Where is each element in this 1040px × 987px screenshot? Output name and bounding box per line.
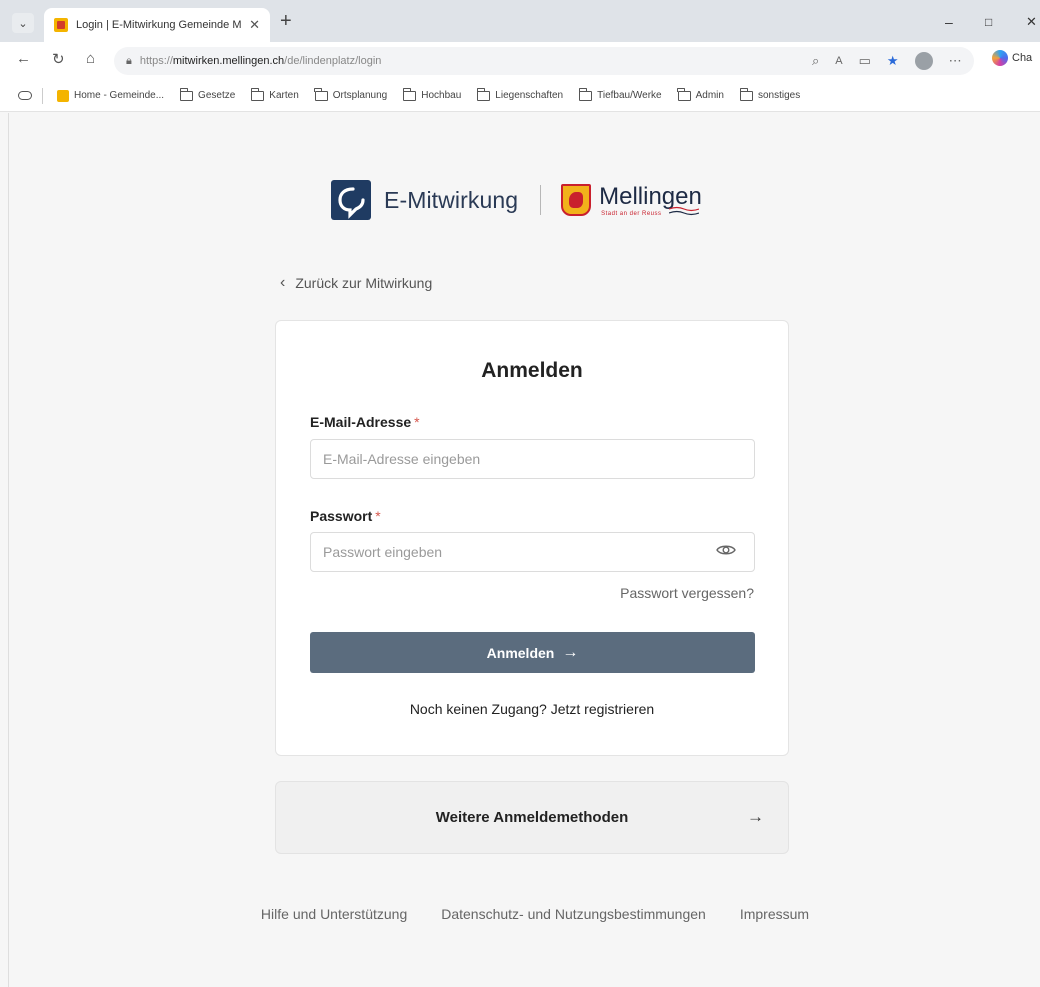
new-tab-button[interactable]: + bbox=[280, 11, 292, 31]
email-label-text: E-Mail-Adresse bbox=[310, 414, 412, 430]
bookmark-label: Ortsplanung bbox=[332, 90, 388, 101]
imprint-link[interactable]: Impressum bbox=[740, 906, 809, 922]
bookmark-label: Liegenschaften bbox=[495, 90, 564, 101]
brand-divider bbox=[540, 185, 542, 215]
folder-icon bbox=[402, 87, 417, 101]
folder-icon bbox=[179, 87, 194, 101]
mellingen-crest-icon bbox=[561, 184, 592, 216]
home-icon[interactable]: ⌂ bbox=[86, 50, 95, 67]
bookmark-label: Hochbau bbox=[421, 90, 462, 101]
page-edge-divider bbox=[8, 113, 9, 987]
site-info-icon[interactable]: 🔒︎ bbox=[126, 55, 132, 68]
more-menu-icon[interactable]: ⋯ bbox=[949, 53, 962, 69]
refresh-icon[interactable]: ↻ bbox=[52, 50, 65, 68]
favorite-star-icon[interactable]: ★ bbox=[887, 53, 899, 69]
zoom-icon[interactable]: ⌕ bbox=[812, 53, 819, 69]
mellingen-favicon-icon bbox=[57, 89, 69, 102]
app-name: E-Mitwirkung bbox=[384, 186, 519, 213]
read-aloud-icon[interactable]: A bbox=[835, 55, 842, 67]
folder-icon bbox=[739, 87, 753, 101]
password-label: Passwort * bbox=[310, 508, 381, 524]
password-label-text: Passwort bbox=[310, 508, 373, 524]
immersive-reader-icon[interactable]: ▭ bbox=[859, 53, 871, 69]
bookmark-folder-hochbau[interactable]: Hochbau bbox=[402, 87, 462, 101]
bookmark-folder-gesetze[interactable]: Gesetze bbox=[179, 87, 236, 101]
river-wave-icon bbox=[669, 206, 700, 215]
register-link[interactable]: Jetzt registrieren bbox=[551, 701, 654, 717]
help-support-link[interactable]: Hilfe und Unterstützung bbox=[261, 906, 407, 922]
bookmark-label: Gesetze bbox=[198, 90, 236, 101]
e-mitwirkung-logo-icon bbox=[331, 180, 371, 220]
footer-links: Hilfe und Unterstützung Datenschutz- und… bbox=[0, 906, 1040, 922]
municipality-wordmark: Mellingen Stadt an der Reuss bbox=[599, 183, 702, 217]
back-to-participation-link[interactable]: ‹ Zurück zur Mitwirkung bbox=[280, 274, 432, 292]
bookmark-folder-ortsplanung[interactable]: Ortsplanung bbox=[314, 87, 388, 101]
profile-avatar[interactable] bbox=[914, 52, 933, 70]
arrow-right-icon: → bbox=[562, 643, 579, 661]
minimize-button[interactable]: – bbox=[945, 14, 953, 30]
folder-icon bbox=[314, 87, 328, 101]
collections-icon[interactable] bbox=[18, 91, 32, 100]
back-link-label: Zurück zur Mitwirkung bbox=[295, 275, 433, 291]
bookmark-home-gemeinde[interactable]: Home - Gemeinde... bbox=[57, 89, 165, 102]
show-password-eye-icon[interactable] bbox=[716, 543, 736, 557]
back-arrow-icon[interactable]: ← bbox=[16, 50, 31, 67]
alternative-login-label: Weitere Anmeldemethoden bbox=[435, 809, 629, 826]
bookmarks-bar: Home - Gemeinde... Gesetze Karten Ortspl… bbox=[0, 80, 1040, 112]
tab-list-chevron-icon[interactable]: ⌄ bbox=[12, 13, 34, 33]
email-field[interactable] bbox=[310, 439, 755, 479]
register-prompt: Noch keinen Zugang? Jetzt registrieren bbox=[276, 701, 788, 717]
folder-icon bbox=[578, 87, 593, 101]
bookmark-label: Home - Gemeinde... bbox=[74, 90, 165, 101]
bookmark-folder-tiefbau-werke[interactable]: Tiefbau/Werke bbox=[578, 87, 662, 101]
no-account-text: Noch keinen Zugang? bbox=[409, 701, 547, 717]
required-marker: * bbox=[414, 414, 420, 430]
url-scheme: https:// bbox=[139, 55, 173, 67]
folder-icon bbox=[677, 87, 691, 101]
bookmark-label: Admin bbox=[695, 90, 724, 101]
copilot-button[interactable]: Cha bbox=[992, 50, 1032, 66]
arrow-right-icon: → bbox=[747, 807, 764, 826]
maximize-button[interactable]: □ bbox=[985, 15, 992, 29]
bookmark-folder-admin[interactable]: Admin bbox=[677, 87, 724, 101]
bookmark-folder-liegenschaften[interactable]: Liegenschaften bbox=[476, 87, 564, 101]
browser-tab-active[interactable]: Login | E-Mitwirkung Gemeinde M ✕ bbox=[44, 8, 270, 42]
close-window-button[interactable]: ✕ bbox=[1026, 14, 1037, 30]
mellingen-favicon-icon bbox=[54, 18, 68, 32]
forgot-password-link[interactable]: Passwort vergessen? bbox=[620, 585, 754, 601]
alternative-login-methods-button[interactable]: Weitere Anmeldemethoden → bbox=[275, 781, 789, 854]
login-card: Anmelden E-Mail-Adresse* Passwort* Passw… bbox=[275, 320, 789, 756]
url-host: mitwirken.mellingen.ch bbox=[172, 55, 285, 67]
folder-icon bbox=[250, 87, 265, 101]
copilot-icon bbox=[992, 50, 1008, 66]
url-path: /de/lindenplatz/login bbox=[284, 55, 382, 67]
bookmark-label: Tiefbau/Werke bbox=[597, 90, 662, 101]
brand-header: E-Mitwirkung Mellingen Stadt an der Reus… bbox=[331, 176, 702, 224]
login-title: Anmelden bbox=[481, 359, 583, 382]
submit-label: Anmelden bbox=[486, 644, 555, 661]
bookmark-label: Karten bbox=[269, 90, 299, 101]
bookmarks-divider bbox=[42, 87, 43, 104]
privacy-terms-link[interactable]: Datenschutz- und Nutzungsbestimmungen bbox=[441, 906, 706, 922]
tab-title: Login | E-Mitwirkung Gemeinde M bbox=[76, 19, 242, 31]
login-submit-button[interactable]: Anmelden → bbox=[310, 632, 755, 673]
bookmark-label: sonstiges bbox=[757, 90, 801, 101]
chevron-left-icon: ‹ bbox=[280, 274, 286, 291]
email-label: E-Mail-Adresse * bbox=[310, 414, 420, 430]
address-bar-actions: ⌕ A ▭ ★ ⋯ bbox=[812, 52, 962, 70]
password-field[interactable] bbox=[310, 532, 755, 572]
tab-close-icon[interactable]: ✕ bbox=[249, 17, 260, 33]
browser-tabstrip: ⌄ Login | E-Mitwirkung Gemeinde M ✕ + – … bbox=[0, 0, 1040, 42]
bookmark-folder-karten[interactable]: Karten bbox=[250, 87, 299, 101]
bookmark-folder-sonstiges[interactable]: sonstiges bbox=[739, 87, 801, 101]
required-marker: * bbox=[375, 508, 381, 524]
folder-icon bbox=[476, 87, 491, 101]
copilot-label: Cha bbox=[1012, 52, 1033, 64]
